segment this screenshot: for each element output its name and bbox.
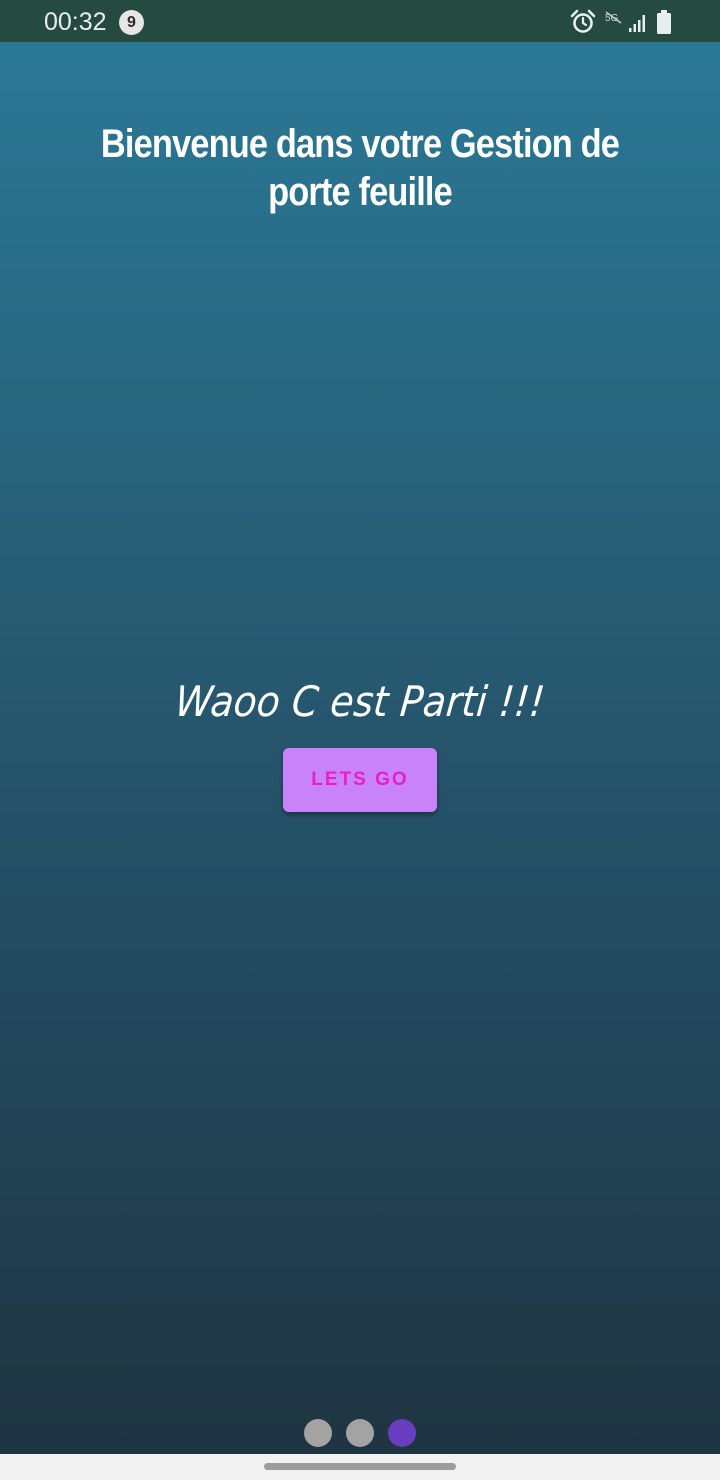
- status-bar: 00:32 9 5G: [0, 0, 720, 42]
- gesture-handle[interactable]: [264, 1463, 456, 1470]
- notification-count-badge: 9: [119, 10, 144, 35]
- welcome-page: Bienvenue dans votre Gestion de porte fe…: [0, 42, 720, 1454]
- welcome-screen: 00:32 9 5G Bienvenue dans votre Gestion …: [0, 0, 720, 1480]
- status-time: 00:32: [44, 8, 107, 36]
- tagline-text: Waoo C est Parti !!!: [173, 677, 547, 726]
- page-dot-1[interactable]: [304, 1419, 332, 1447]
- network-label: 5G: [605, 13, 619, 24]
- page-indicator: [0, 1419, 720, 1447]
- status-icons: 5G: [570, 9, 680, 35]
- page-title: Bienvenue dans votre Gestion de porte fe…: [100, 122, 620, 214]
- lets-go-button[interactable]: LETS GO: [283, 748, 437, 812]
- page-dot-3-active[interactable]: [388, 1419, 416, 1447]
- navigation-bar: [0, 1454, 720, 1480]
- page-dot-2[interactable]: [346, 1419, 374, 1447]
